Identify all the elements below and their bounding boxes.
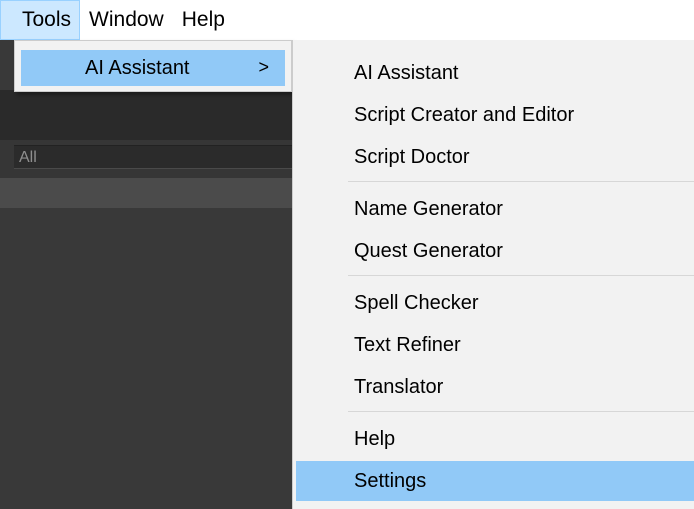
submenu-item-settings[interactable]: Settings bbox=[296, 461, 694, 501]
submenu-item-script-doctor[interactable]: Script Doctor bbox=[296, 137, 694, 177]
submenu-separator bbox=[348, 181, 694, 182]
submenu-item-script-creator[interactable]: Script Creator and Editor bbox=[296, 95, 694, 135]
menu-window[interactable]: Window bbox=[80, 0, 173, 40]
submenu-separator bbox=[348, 411, 694, 412]
filter-field[interactable]: All bbox=[14, 145, 334, 169]
menu-bar: Tools Window Help bbox=[0, 0, 694, 40]
submenu-item-help[interactable]: Help bbox=[296, 419, 694, 459]
ai-assistant-submenu: AI Assistant Script Creator and Editor S… bbox=[292, 40, 694, 509]
submenu-item-spell-checker[interactable]: Spell Checker bbox=[296, 283, 694, 323]
submenu-item-text-refiner[interactable]: Text Refiner bbox=[296, 325, 694, 365]
tools-dropdown: AI Assistant > bbox=[14, 40, 292, 92]
chevron-right-icon: > bbox=[258, 57, 269, 77]
submenu-item-name-generator[interactable]: Name Generator bbox=[296, 189, 694, 229]
tools-item-ai-assistant[interactable]: AI Assistant > bbox=[21, 50, 285, 86]
submenu-item-ai-assistant[interactable]: AI Assistant bbox=[296, 53, 694, 93]
submenu-separator bbox=[348, 275, 694, 276]
menu-help[interactable]: Help bbox=[173, 0, 234, 40]
menu-tools[interactable]: Tools bbox=[0, 0, 81, 40]
tools-item-label: AI Assistant bbox=[85, 56, 190, 79]
submenu-item-quest-generator[interactable]: Quest Generator bbox=[296, 231, 694, 271]
submenu-item-translator[interactable]: Translator bbox=[296, 367, 694, 407]
